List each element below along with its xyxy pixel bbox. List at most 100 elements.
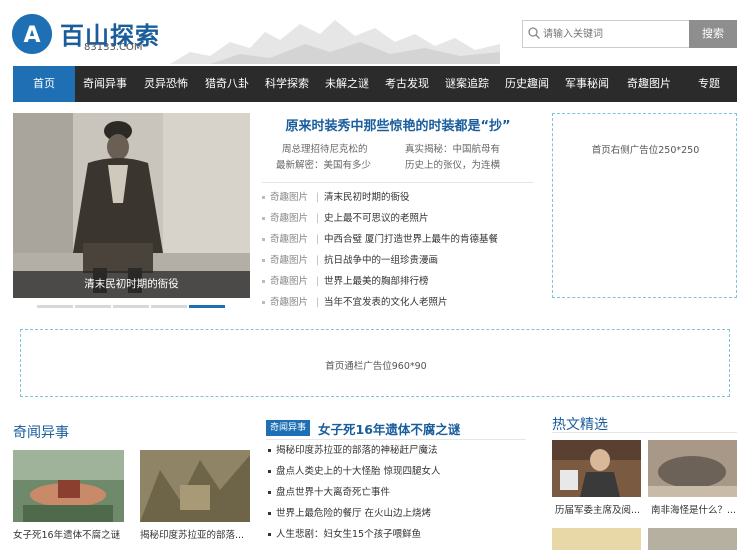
- thumb-caption[interactable]: 南非海怪是什么？...: [651, 502, 741, 516]
- slider-dot[interactable]: [113, 305, 149, 308]
- bullet-icon: [262, 196, 265, 199]
- bullet-icon: [268, 470, 271, 473]
- news-item[interactable]: 奇趣图片 | 清末民初时期的衙役: [262, 188, 542, 208]
- headline-sub-link[interactable]: 周总理招待尼克松的: [282, 141, 368, 155]
- bullet-icon: [262, 259, 265, 262]
- bullet-icon: [268, 512, 271, 515]
- story-item[interactable]: 揭秘印度苏拉亚的部落的神秘赶尸魔法: [268, 441, 528, 461]
- bullet-icon: [262, 280, 265, 283]
- nav-item-military[interactable]: 军事秘闻: [557, 66, 617, 102]
- search-button[interactable]: 搜索: [689, 20, 737, 48]
- site-logo[interactable]: A: [12, 14, 52, 54]
- news-item[interactable]: 奇趣图片 | 当年不宜发表的文化人老照片: [262, 293, 542, 313]
- nav-item-mysteries[interactable]: 未解之谜: [317, 66, 377, 102]
- thumb-photo: [140, 450, 250, 522]
- nav-item-archaeology[interactable]: 考古发现: [377, 66, 437, 102]
- news-category[interactable]: 奇趣图片: [270, 272, 308, 292]
- slider-dot[interactable]: [151, 305, 187, 308]
- story-tag[interactable]: 奇闻异事: [266, 420, 311, 436]
- main-nav: 首页 奇闻异事 灵异恐怖 猎奇八卦 科学探索 未解之谜 考古发现 谜案追踪 历史…: [13, 66, 737, 102]
- story-item-title[interactable]: 人生悲剧：妇女生15个孩子喂鲜鱼: [276, 525, 421, 545]
- story-item-title[interactable]: 揭秘印度苏拉亚的部落的神秘赶尸魔法: [276, 441, 438, 461]
- thumb-image[interactable]: [140, 450, 250, 522]
- news-title[interactable]: 中西合璧 厦门打造世界上最牛的肯德基餐: [324, 230, 498, 250]
- headline-sub-link[interactable]: 真实揭秘：中国航母有: [405, 141, 500, 155]
- bullet-icon: [262, 217, 265, 220]
- bullet-icon: [262, 238, 265, 241]
- story-item-title[interactable]: 盘点人类史上的十大怪胎 惊现四腿女人: [276, 462, 441, 482]
- story-item[interactable]: 人生悲剧：妇女生15个孩子喂鲜鱼: [268, 525, 528, 545]
- separator: |: [316, 213, 320, 224]
- nav-item-topics[interactable]: 专题: [681, 66, 737, 102]
- news-item[interactable]: 奇趣图片 | 世界上最美的胸部排行榜: [262, 272, 542, 292]
- thumb-image[interactable]: [552, 440, 641, 497]
- news-title[interactable]: 抗日战争中的一组珍贵漫画: [324, 251, 438, 271]
- nav-item-science[interactable]: 科学探索: [257, 66, 317, 102]
- ad-slot-banner[interactable]: 首页通栏广告位960*90: [20, 329, 730, 397]
- thumb-photo: [648, 440, 737, 497]
- headline-title[interactable]: 原来时装秀中那些惊艳的时装都是“抄”: [262, 115, 534, 134]
- bullet-icon: [262, 301, 265, 304]
- bullet-icon: [268, 533, 271, 536]
- logo-mark-icon: A: [12, 14, 52, 54]
- search-input[interactable]: [543, 21, 683, 47]
- nav-item-oddities[interactable]: 奇闻异事: [75, 66, 135, 102]
- news-category[interactable]: 奇趣图片: [270, 230, 308, 250]
- news-category[interactable]: 奇趣图片: [270, 188, 308, 208]
- bullet-icon: [268, 491, 271, 494]
- story-header: 奇闻异事 女子死16年遗体不腐之谜: [266, 418, 526, 440]
- section-title-hot[interactable]: 热文精选: [552, 414, 608, 434]
- story-title[interactable]: 女子死16年遗体不腐之谜: [318, 419, 460, 438]
- section-title-oddities[interactable]: 奇闻异事: [13, 422, 69, 442]
- news-title[interactable]: 当年不宜发表的文化人老照片: [324, 293, 448, 313]
- news-item[interactable]: 奇趣图片 | 史上最不可思议的老照片: [262, 209, 542, 229]
- headline-sub-link[interactable]: 最新解密：美国有多少: [276, 157, 371, 171]
- thumb-caption[interactable]: 揭秘印度苏拉亚的部落...: [140, 527, 250, 541]
- news-title[interactable]: 史上最不可思议的老照片: [324, 209, 429, 229]
- nav-item-gossip[interactable]: 猎奇八卦: [197, 66, 257, 102]
- news-category[interactable]: 奇趣图片: [270, 293, 308, 313]
- story-item-title[interactable]: 盘点世界十大离奇死亡事件: [276, 483, 390, 503]
- search-icon: [528, 27, 540, 39]
- news-title[interactable]: 清末民初时期的衙役: [324, 188, 410, 208]
- thumb-photo: [552, 440, 641, 497]
- news-item[interactable]: 奇趣图片 | 中西合璧 厦门打造世界上最牛的肯德基餐: [262, 230, 542, 250]
- nav-item-cases[interactable]: 谜案追踪: [437, 66, 497, 102]
- thumb-image[interactable]: [648, 440, 737, 497]
- featured-slider[interactable]: 清末民初时期的衙役: [13, 113, 250, 298]
- bullet-icon: [268, 449, 271, 452]
- separator: |: [316, 276, 320, 287]
- thumb-image[interactable]: [13, 450, 124, 522]
- site-header: A 百山探索 83133.COM 搜索: [0, 0, 750, 66]
- site-domain: 83133.COM: [84, 42, 143, 53]
- separator: |: [316, 297, 320, 308]
- separator: |: [316, 192, 320, 203]
- headline-sub-link[interactable]: 历史上的张仪，为连横: [405, 157, 500, 171]
- thumb-caption[interactable]: 历届军委主席及阅...: [555, 502, 643, 516]
- slider-dot[interactable]: [75, 305, 111, 308]
- ad-slot-right[interactable]: 首页右侧广告位250*250: [552, 113, 737, 298]
- news-category[interactable]: 奇趣图片: [270, 209, 308, 229]
- story-item[interactable]: 盘点人类史上的十大怪胎 惊现四腿女人: [268, 462, 528, 482]
- news-category[interactable]: 奇趣图片: [270, 251, 308, 271]
- slider-dot[interactable]: [37, 305, 73, 308]
- separator: |: [316, 255, 320, 266]
- headline-block: 原来时装秀中那些惊艳的时装都是“抄” 周总理招待尼克松的 真实揭秘：中国航母有 …: [262, 113, 534, 183]
- ad-label: 首页右侧广告位250*250: [591, 145, 700, 156]
- news-title[interactable]: 世界上最美的胸部排行榜: [324, 272, 429, 292]
- nav-item-home[interactable]: 首页: [13, 66, 75, 102]
- nav-item-history[interactable]: 历史趣闻: [497, 66, 557, 102]
- story-item-title[interactable]: 世界上最危险的餐厅 在火山边上烧烤: [276, 504, 431, 524]
- divider: [552, 432, 737, 433]
- thumb-image[interactable]: [552, 528, 641, 550]
- thumb-caption[interactable]: 女子死16年遗体不腐之谜: [13, 527, 125, 541]
- story-item[interactable]: 世界上最危险的餐厅 在火山边上烧烤: [268, 504, 528, 524]
- nav-item-pictures[interactable]: 奇趣图片: [617, 66, 681, 102]
- nav-item-paranormal[interactable]: 灵异恐怖: [135, 66, 197, 102]
- slider-dot-active[interactable]: [189, 305, 225, 308]
- story-item[interactable]: 盘点世界十大离奇死亡事件: [268, 483, 528, 503]
- thumb-image[interactable]: [648, 528, 737, 550]
- logo-mark-text: A: [23, 23, 40, 48]
- news-item[interactable]: 奇趣图片 | 抗日战争中的一组珍贵漫画: [262, 251, 542, 271]
- slider-caption[interactable]: 清末民初时期的衙役: [13, 271, 250, 298]
